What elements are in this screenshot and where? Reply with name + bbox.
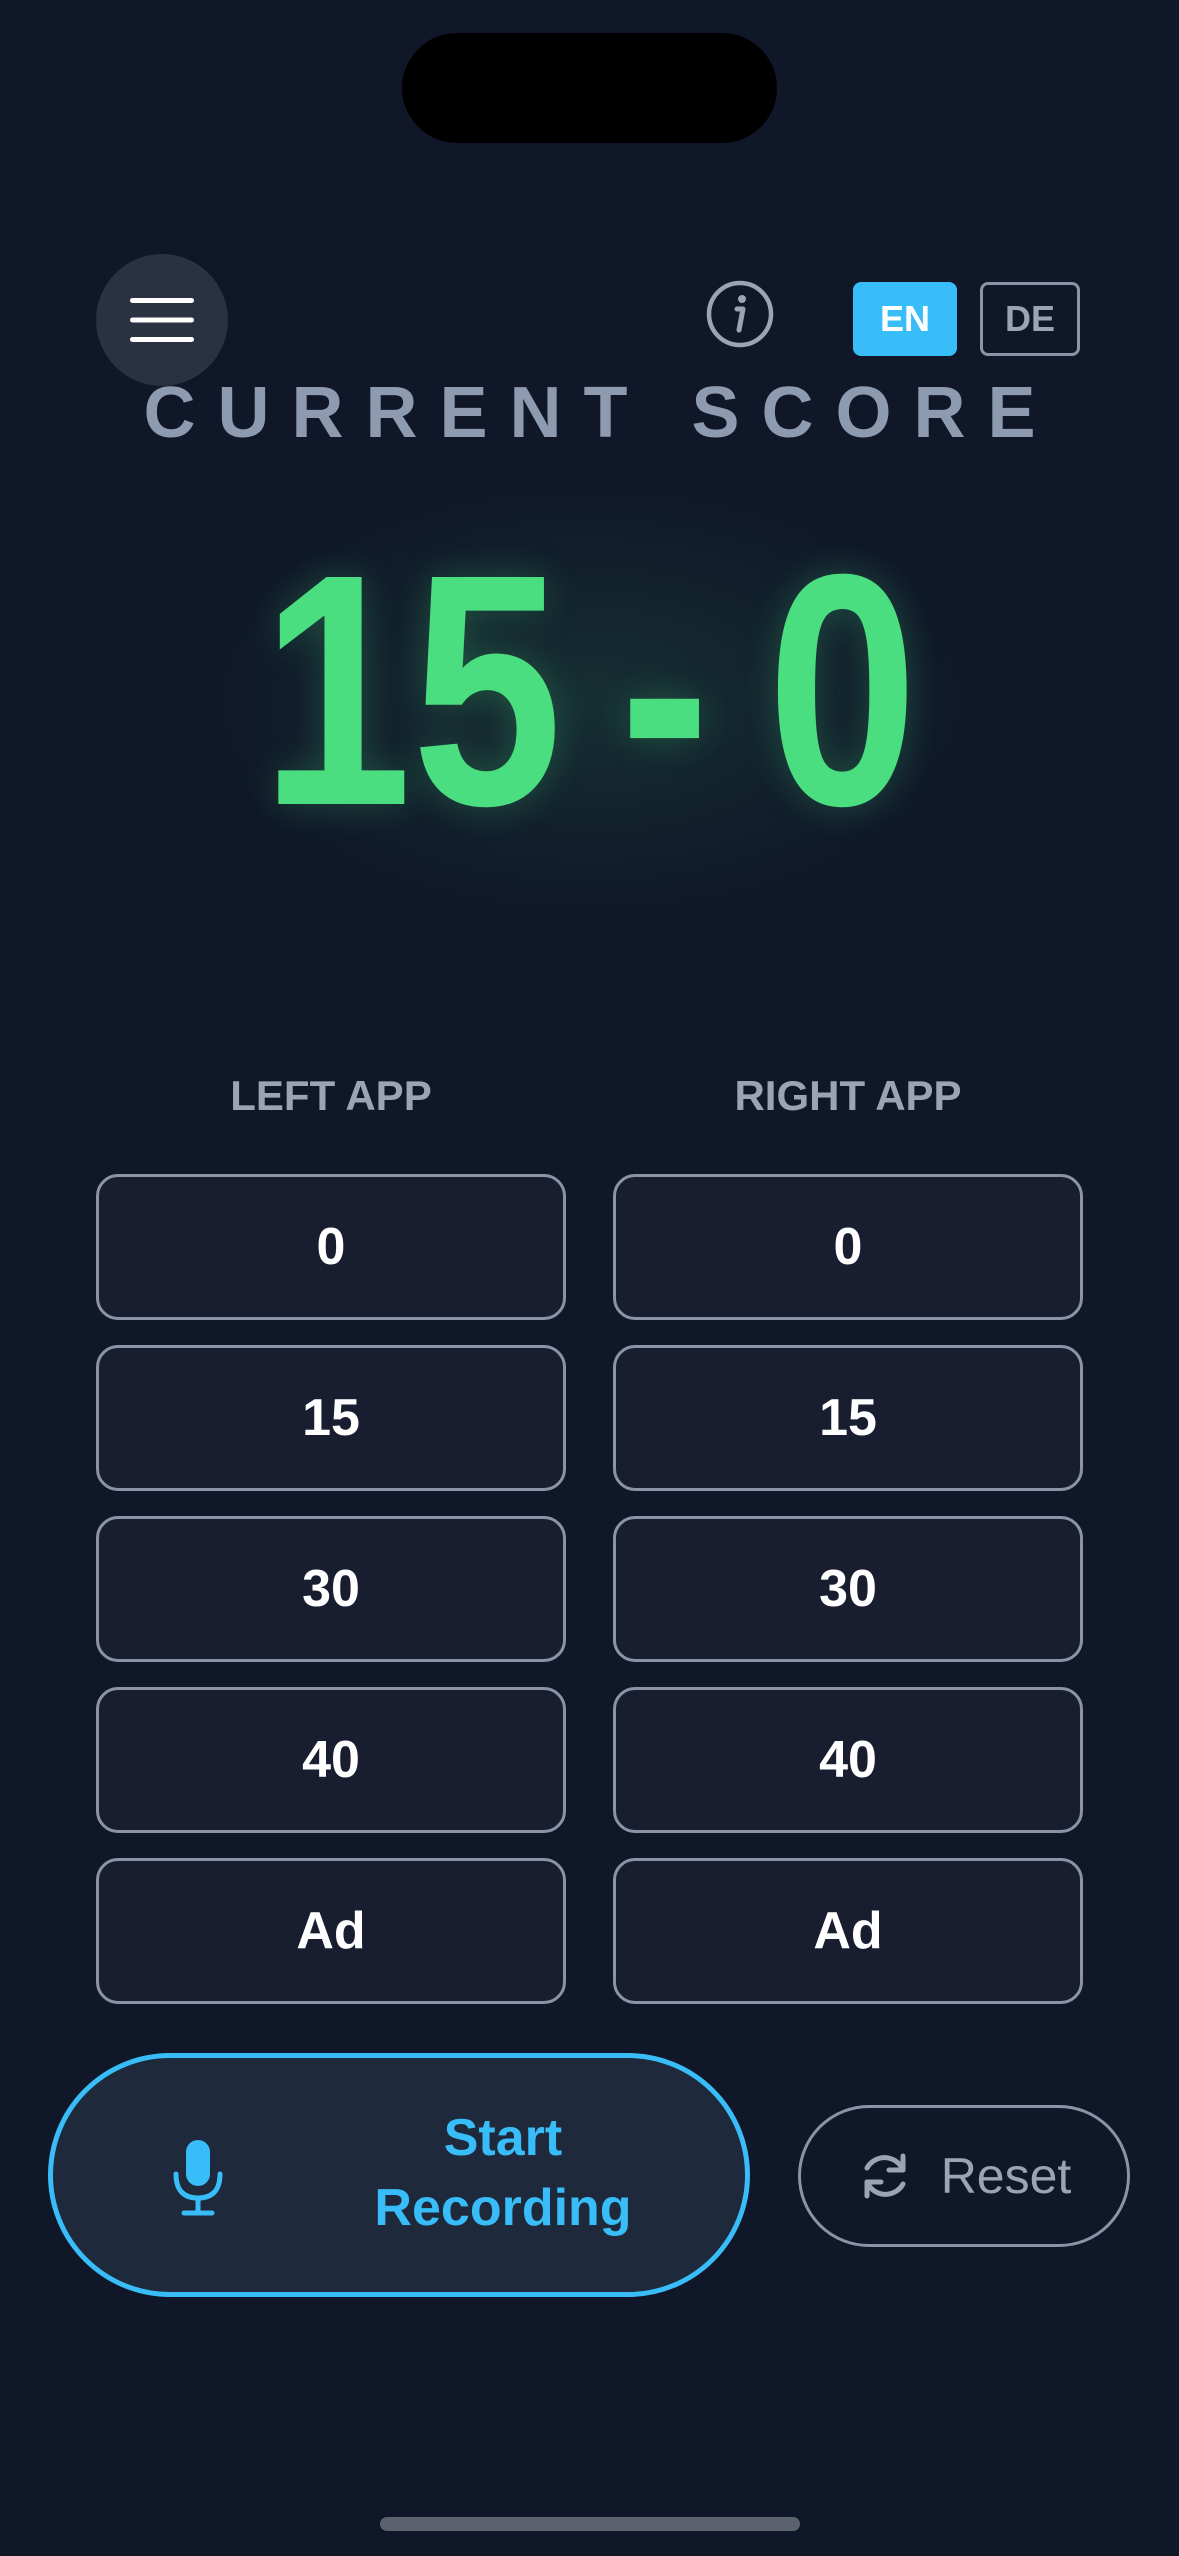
left-app-header: LEFT APP xyxy=(230,1072,432,1119)
info-button[interactable] xyxy=(700,274,780,354)
start-recording-button[interactable]: Start Recording xyxy=(48,2053,750,2297)
right-point-15-button[interactable]: 15 xyxy=(613,1345,1083,1491)
score-title: CURRENT SCORE xyxy=(143,373,1058,453)
right-point-ad-button[interactable]: Ad xyxy=(613,1858,1083,2004)
left-point-15-button[interactable]: 15 xyxy=(96,1345,566,1491)
dynamic-island xyxy=(402,33,777,143)
right-point-30-button[interactable]: 30 xyxy=(613,1516,1083,1662)
score-right: 0 xyxy=(767,505,918,874)
right-point-40-button[interactable]: 40 xyxy=(613,1687,1083,1833)
start-recording-label-line2: Recording xyxy=(374,2179,632,2237)
menu-button[interactable] xyxy=(96,254,228,386)
score-left: 15 xyxy=(261,505,563,874)
microphone-icon xyxy=(173,2140,223,2216)
refresh-icon xyxy=(864,2153,906,2199)
right-point-0-button[interactable]: 0 xyxy=(613,1174,1083,1320)
start-recording-label: Start Recording xyxy=(303,2103,703,2243)
start-recording-label-line1: Start xyxy=(443,2109,563,2167)
score-separator: - xyxy=(619,505,710,874)
info-icon xyxy=(706,280,774,348)
score-display: 15 - 0 xyxy=(106,525,1073,855)
left-point-ad-button[interactable]: Ad xyxy=(96,1858,566,2004)
hamburger-menu-icon xyxy=(130,298,194,342)
language-de-button[interactable]: DE xyxy=(980,282,1080,356)
language-en-button[interactable]: EN xyxy=(853,282,957,356)
right-app-header: RIGHT APP xyxy=(734,1072,962,1119)
reset-button[interactable]: Reset xyxy=(798,2105,1130,2247)
home-indicator xyxy=(380,2517,800,2531)
left-point-0-button[interactable]: 0 xyxy=(96,1174,566,1320)
left-point-30-button[interactable]: 30 xyxy=(96,1516,566,1662)
left-point-40-button[interactable]: 40 xyxy=(96,1687,566,1833)
reset-label: Reset xyxy=(940,2148,1072,2204)
